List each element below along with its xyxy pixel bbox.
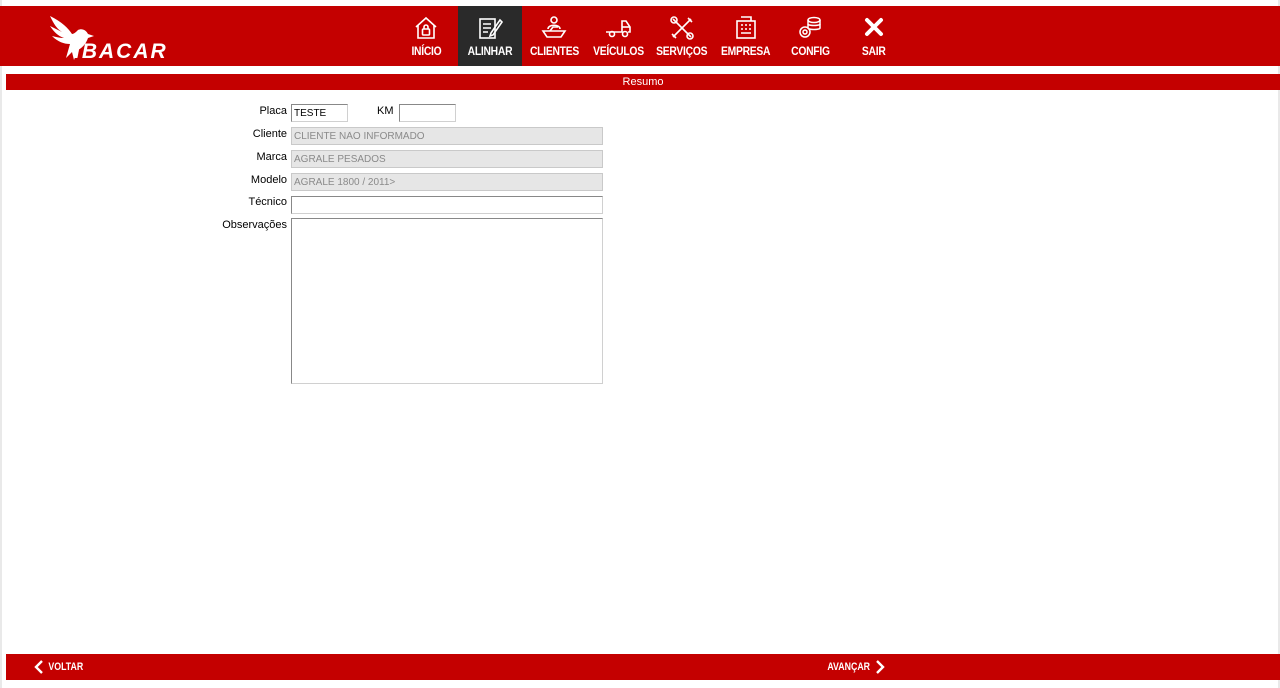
tools-icon	[670, 16, 694, 40]
app-header: IBACAR INÍCIO ALINHAR CLIENTES VEÍCULOS …	[0, 6, 1280, 66]
back-button[interactable]: VOLTAR	[34, 654, 88, 680]
next-label: AVANÇAR	[827, 661, 871, 673]
main-nav: INÍCIO ALINHAR CLIENTES VEÍCULOS SERVIÇO…	[394, 6, 906, 66]
km-input[interactable]	[399, 104, 456, 122]
km-label: KM	[377, 105, 394, 117]
nav-item-alinhar[interactable]: ALINHAR	[458, 6, 522, 66]
observacoes-label: Observações	[222, 219, 287, 231]
nav-item-veiculos[interactable]: VEÍCULOS	[586, 6, 650, 66]
nav-item-empresa[interactable]: EMPRESA	[714, 6, 778, 66]
tecnico-label: Técnico	[248, 196, 287, 208]
nav-item-config[interactable]: CONFIG	[778, 6, 842, 66]
truck-icon	[606, 20, 631, 38]
page-frame	[0, 0, 1280, 688]
client-desk-icon	[541, 16, 567, 38]
nav-label: SERVIÇOS	[656, 44, 708, 58]
section-title-bar: Resumo	[6, 74, 1280, 90]
next-button[interactable]: AVANÇAR	[822, 654, 886, 680]
brand-logo[interactable]: IBACAR	[46, 14, 180, 63]
nav-label: ALINHAR	[467, 44, 513, 58]
nav-label: SAIR	[862, 44, 886, 58]
placa-input[interactable]	[291, 104, 348, 122]
modelo-field[interactable]	[291, 173, 603, 191]
observacoes-textarea[interactable]	[291, 218, 603, 384]
modelo-label: Modelo	[250, 174, 287, 186]
close-icon	[865, 18, 883, 36]
nav-label: INÍCIO	[411, 44, 441, 58]
home-lock-icon	[415, 16, 437, 39]
nav-item-sair[interactable]: SAIR	[842, 6, 906, 66]
chevron-left-icon	[34, 660, 43, 674]
edit-document-icon	[479, 18, 503, 39]
nav-label: CONFIG	[790, 44, 830, 58]
back-label: VOLTAR	[48, 661, 84, 673]
building-icon	[736, 16, 756, 39]
chevron-right-icon	[876, 660, 886, 674]
marca-label: Marca	[256, 151, 287, 163]
marca-field[interactable]	[291, 150, 603, 168]
nav-label: CLIENTES	[529, 44, 579, 58]
nav-label: EMPRESA	[721, 44, 771, 58]
nav-item-inicio[interactable]: INÍCIO	[394, 6, 458, 66]
nav-item-servicos[interactable]: SERVIÇOS	[650, 6, 714, 66]
gears-icon	[799, 16, 821, 38]
footer-bar: VOLTAR AVANÇAR	[6, 654, 1280, 680]
nav-label: VEÍCULOS	[592, 44, 644, 58]
nav-item-clientes[interactable]: CLIENTES	[522, 6, 586, 66]
placa-label: Placa	[259, 105, 287, 117]
brand-name: IBACAR	[74, 40, 168, 63]
cliente-field[interactable]	[291, 127, 603, 145]
cliente-label: Cliente	[252, 128, 287, 140]
tecnico-input[interactable]	[291, 196, 603, 214]
